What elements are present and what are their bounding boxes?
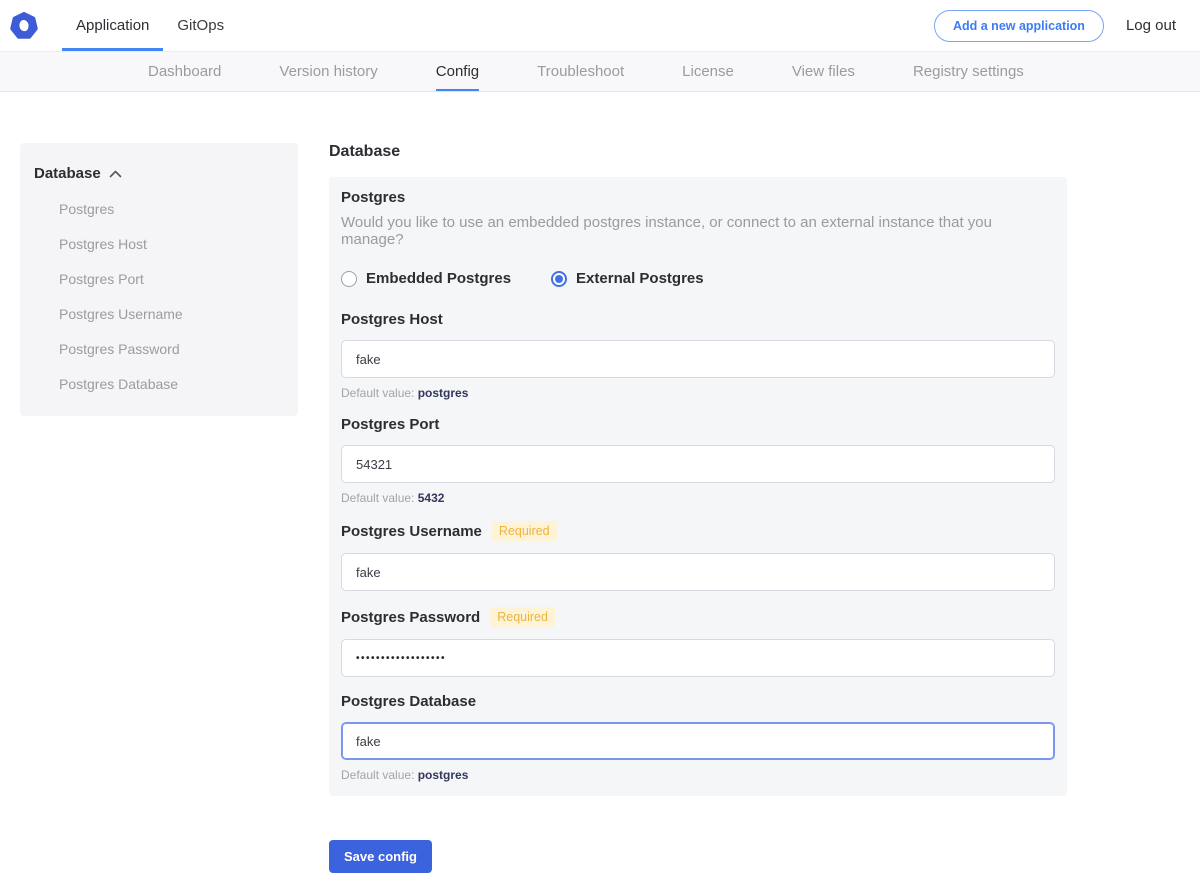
radio-label-embedded-postgres: Embedded Postgres: [366, 270, 511, 287]
postgres-username-input[interactable]: [341, 553, 1055, 591]
header-tab-gitops[interactable]: GitOps: [163, 0, 238, 51]
save-config-button[interactable]: Save config: [329, 840, 432, 873]
field-label-row-postgres-username: Postgres Username Required: [341, 521, 1055, 541]
header-right: Add a new application Log out: [934, 0, 1176, 51]
default-value: postgres: [418, 768, 469, 782]
radio-label-external-postgres: External Postgres: [576, 270, 704, 287]
logout-link[interactable]: Log out: [1126, 17, 1176, 34]
sidebar-item-postgres[interactable]: Postgres: [32, 192, 286, 227]
default-value-helper: Default value: postgres: [341, 386, 1055, 400]
app-subnav: Dashboard Version history Config Troublesho…: [0, 52, 1200, 92]
default-value-helper: Default value: postgres: [341, 768, 1055, 782]
field-postgres-database: Postgres Database Default value: postgres: [341, 693, 1055, 782]
subnav-tab-version-history[interactable]: Version history: [279, 52, 377, 91]
default-value-helper: Default value: 5432: [341, 491, 1055, 505]
subnav-tab-troubleshoot[interactable]: Troubleshoot: [537, 52, 624, 91]
config-main: Database Postgres Would you like to use …: [329, 143, 1067, 873]
radio-option-external-postgres[interactable]: External Postgres: [551, 270, 704, 287]
postgres-radio-group: Embedded Postgres External Postgres: [341, 270, 1055, 287]
sidebar-item-postgres-host[interactable]: Postgres Host: [32, 227, 286, 262]
field-label-row-postgres-password: Postgres Password Required: [341, 607, 1055, 627]
logo-wrap: [10, 0, 38, 51]
required-badge: Required: [492, 521, 557, 541]
top-nav: ApplicationGitOps Add a new application …: [0, 0, 1200, 52]
radio-external-postgres[interactable]: [551, 271, 567, 287]
config-group-card: Postgres Would you like to use an embedd…: [329, 177, 1067, 796]
subnav-tab-view-files[interactable]: View files: [792, 52, 855, 91]
radio-option-embedded-postgres[interactable]: Embedded Postgres: [341, 270, 511, 287]
field-label-row-postgres-port: Postgres Port: [341, 416, 1055, 433]
subnav-tab-config[interactable]: Config: [436, 52, 479, 91]
required-badge: Required: [490, 607, 555, 627]
field-postgres-host: Postgres Host Default value: postgres: [341, 311, 1055, 400]
postgres-group-label: Postgres: [341, 189, 1055, 206]
kots-logo-icon: [10, 12, 38, 40]
sidebar-item-postgres-port[interactable]: Postgres Port: [32, 262, 286, 297]
header-tabs: ApplicationGitOps: [62, 0, 238, 51]
page: ApplicationGitOps Add a new application …: [0, 0, 1200, 873]
default-value-prefix: Default value:: [341, 386, 418, 400]
field-postgres-username: Postgres Username Required: [341, 521, 1055, 591]
field-postgres-password: Postgres Password Required: [341, 607, 1055, 677]
postgres-password-input[interactable]: [341, 639, 1055, 677]
radio-embedded-postgres[interactable]: [341, 271, 357, 287]
postgres-group-help: Would you like to use an embedded postgr…: [341, 214, 1055, 248]
postgres-port-input[interactable]: [341, 445, 1055, 483]
default-value-prefix: Default value:: [341, 768, 418, 782]
header-tab-application[interactable]: Application: [62, 0, 163, 51]
sidebar-group-database[interactable]: Database: [32, 159, 286, 188]
default-value-prefix: Default value:: [341, 491, 418, 505]
field-label-postgres-database: Postgres Database: [341, 693, 476, 710]
field-label-row-postgres-host: Postgres Host: [341, 311, 1055, 328]
field-label-row-postgres-database: Postgres Database: [341, 693, 1055, 710]
subnav-tab-registry-settings[interactable]: Registry settings: [913, 52, 1024, 91]
config-sidebar: Database PostgresPostgres HostPostgres P…: [20, 143, 298, 416]
sidebar-group-label: Database: [34, 165, 101, 182]
subnav-tab-dashboard[interactable]: Dashboard: [148, 52, 221, 91]
field-label-postgres-host: Postgres Host: [341, 311, 443, 328]
sidebar-items: PostgresPostgres HostPostgres PortPostgr…: [32, 188, 286, 402]
sidebar-item-postgres-username[interactable]: Postgres Username: [32, 297, 286, 332]
sidebar-item-postgres-password[interactable]: Postgres Password: [32, 332, 286, 367]
postgres-host-input[interactable]: [341, 340, 1055, 378]
chevron-up-icon: [109, 170, 122, 178]
field-label-postgres-password: Postgres Password: [341, 609, 480, 626]
add-new-application-button[interactable]: Add a new application: [934, 10, 1104, 42]
field-label-postgres-port: Postgres Port: [341, 416, 439, 433]
content-area: Database PostgresPostgres HostPostgres P…: [0, 92, 1200, 873]
postgres-database-input[interactable]: [341, 722, 1055, 760]
section-title: Database: [329, 143, 1067, 161]
field-postgres-port: Postgres Port Default value: 5432: [341, 416, 1055, 505]
default-value: 5432: [418, 491, 445, 505]
field-label-postgres-username: Postgres Username: [341, 523, 482, 540]
subnav-tab-license[interactable]: License: [682, 52, 734, 91]
sidebar-item-postgres-database[interactable]: Postgres Database: [32, 367, 286, 402]
default-value: postgres: [418, 386, 469, 400]
config-fields: Postgres HostDefault value: postgresPost…: [341, 311, 1055, 782]
